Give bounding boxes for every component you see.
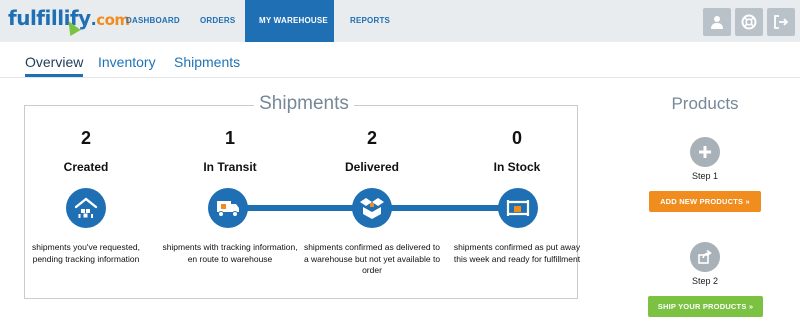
tab-shipments[interactable]: Shipments: [174, 54, 240, 70]
stage-description: shipments you've requested, pending trac…: [32, 242, 140, 264]
logout-button[interactable]: [767, 8, 795, 36]
help-button[interactable]: [735, 8, 763, 36]
top-bar: fulfillify.com DASHBOARD ORDERS MY WAREH…: [0, 0, 800, 42]
stage-in-stock: 0 In Stock: [447, 128, 587, 174]
warehouse-home-icon: [66, 188, 106, 228]
stage-count: 1: [224, 128, 235, 148]
pipeline-connector: [380, 205, 504, 211]
stage-description: shipments confirmed as delivered to a wa…: [303, 242, 441, 275]
step-2-label: Step 2: [691, 276, 719, 286]
stage-delivered: 2 Delivered: [302, 128, 442, 174]
tab-inventory[interactable]: Inventory: [98, 54, 156, 70]
stage-count: 2: [366, 128, 377, 148]
step-1-label: Step 1: [691, 171, 719, 181]
share-icon: [690, 242, 720, 272]
stage-created: 2 Created: [16, 128, 156, 174]
add-new-products-button[interactable]: ADD NEW PRODUCTS »: [649, 191, 761, 212]
stage-count: 0: [511, 128, 522, 148]
open-box-icon: [352, 188, 392, 228]
nav-reports[interactable]: REPORTS: [334, 0, 404, 42]
stage-count: 2: [80, 128, 91, 148]
help-lifebuoy-icon: [741, 14, 757, 30]
stage-label: Created: [63, 160, 109, 174]
stage-in-transit: 1 In Transit: [160, 128, 300, 174]
delivery-truck-icon: [208, 188, 248, 228]
main-nav: DASHBOARD ORDERS MY WAREHOUSE REPORTS: [110, 0, 404, 42]
shipments-panel-title: Shipments: [254, 93, 354, 117]
stage-description: shipments confirmed as put away this wee…: [453, 242, 581, 264]
pallet-shelf-icon: [498, 188, 538, 228]
tab-overview[interactable]: Overview: [25, 54, 84, 77]
stage-description: shipments with tracking information, en …: [162, 242, 298, 264]
stage-label: In Stock: [493, 160, 541, 174]
nav-dashboard[interactable]: DASHBOARD: [110, 0, 188, 42]
user-button[interactable]: [703, 8, 731, 36]
ship-your-products-button[interactable]: SHIP YOUR PRODUCTS »: [648, 296, 763, 317]
products-title: Products: [671, 94, 739, 113]
plus-icon: [690, 137, 720, 167]
stage-label: Delivered: [344, 160, 400, 174]
user-icon: [711, 16, 723, 29]
logout-icon: [774, 15, 789, 29]
sub-nav: Overview Inventory Shipments: [0, 42, 800, 78]
nav-my-warehouse[interactable]: MY WAREHOUSE: [245, 0, 334, 42]
pipeline-connector: [240, 205, 362, 211]
nav-orders[interactable]: ORDERS: [188, 0, 245, 42]
stage-label: In Transit: [203, 160, 257, 174]
